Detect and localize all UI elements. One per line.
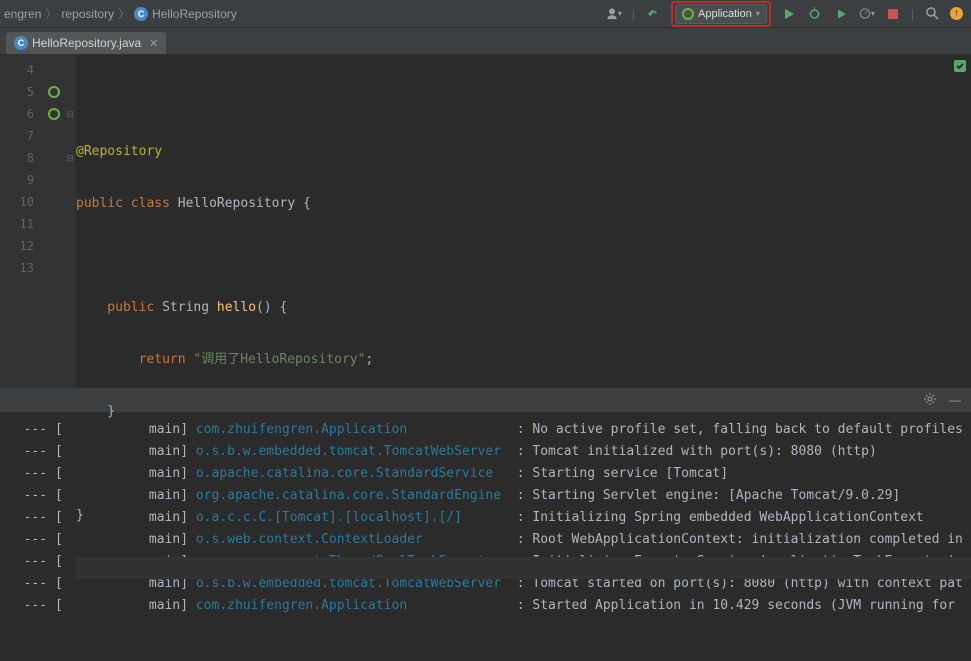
- fold-toggle-icon[interactable]: ⊟: [64, 147, 76, 169]
- breadcrumb-seg-0[interactable]: engren: [4, 7, 41, 21]
- breadcrumb-sep-icon: 〉: [118, 5, 130, 22]
- fold-toggle-icon[interactable]: ⊟: [64, 103, 76, 125]
- line-number[interactable]: 10: [0, 191, 44, 213]
- code-line: public class HelloRepository {: [76, 193, 971, 215]
- code-line: [76, 557, 971, 579]
- run-configuration-highlight: Application ▾: [671, 1, 771, 27]
- update-available-icon[interactable]: ↑: [950, 7, 963, 20]
- class-icon: C: [134, 7, 148, 21]
- main-toolbar: engren 〉 repository 〉 C HelloRepository …: [0, 0, 971, 28]
- breadcrumb-seg-1[interactable]: repository: [61, 7, 114, 21]
- fold-gutter: ⊟ ⊟: [64, 55, 76, 387]
- breadcrumb-seg-2[interactable]: HelloRepository: [152, 7, 237, 21]
- run-config-label: Application: [698, 8, 752, 20]
- class-icon: C: [14, 36, 28, 50]
- annotation-gutter: [44, 55, 64, 387]
- search-icon[interactable]: [924, 6, 940, 22]
- toolbar-actions: ▾ | Application ▾ ▾ |: [606, 1, 971, 27]
- line-number[interactable]: 9: [0, 169, 44, 191]
- line-number[interactable]: 8: [0, 147, 44, 169]
- code-editor[interactable]: 4 5 6 7 8 9 10 11 12 13 ⊟ ⊟ @Repository …: [0, 55, 971, 387]
- line-number[interactable]: 11: [0, 213, 44, 235]
- line-number[interactable]: 6: [0, 103, 44, 125]
- code-line: }: [76, 401, 971, 423]
- line-number[interactable]: 4: [0, 59, 44, 81]
- coverage-icon[interactable]: [833, 6, 849, 22]
- code-line: return "调用了HelloRepository";: [76, 349, 971, 371]
- line-number-gutter: 4 5 6 7 8 9 10 11 12 13: [0, 55, 44, 387]
- profile-icon[interactable]: ▾: [859, 6, 875, 22]
- breadcrumb-sep-icon: 〉: [45, 5, 57, 22]
- code-line: public String hello() {: [76, 297, 971, 319]
- inspection-indicator-icon[interactable]: [953, 59, 967, 76]
- line-number[interactable]: 5: [0, 81, 44, 103]
- code-area[interactable]: @Repository public class HelloRepository…: [76, 55, 971, 387]
- run-icon[interactable]: [781, 6, 797, 22]
- line-number[interactable]: 12: [0, 235, 44, 257]
- code-line: }: [76, 505, 971, 527]
- tab-label: HelloRepository.java: [32, 36, 141, 50]
- chevron-down-icon: ▾: [756, 9, 760, 18]
- editor-tabbar: C HelloRepository.java ✕: [0, 28, 971, 55]
- stop-icon[interactable]: [885, 6, 901, 22]
- close-tab-icon[interactable]: ✕: [149, 37, 158, 50]
- breadcrumb: engren 〉 repository 〉 C HelloRepository: [0, 0, 237, 27]
- code-line: [76, 245, 971, 267]
- code-line: [76, 89, 971, 111]
- run-configuration-selector[interactable]: Application ▾: [675, 4, 767, 24]
- code-line: [76, 453, 971, 475]
- spring-bean-icon[interactable]: [48, 108, 60, 120]
- line-number[interactable]: 13: [0, 257, 44, 279]
- spring-icon: [682, 8, 694, 20]
- code-line: @Repository: [76, 141, 971, 163]
- debug-icon[interactable]: [807, 6, 823, 22]
- code-with-me-icon[interactable]: ▾: [606, 6, 622, 22]
- build-hammer-icon[interactable]: [645, 6, 661, 22]
- spring-bean-icon[interactable]: [48, 86, 60, 98]
- tab-hello-repository[interactable]: C HelloRepository.java ✕: [6, 32, 166, 54]
- line-number[interactable]: 7: [0, 125, 44, 147]
